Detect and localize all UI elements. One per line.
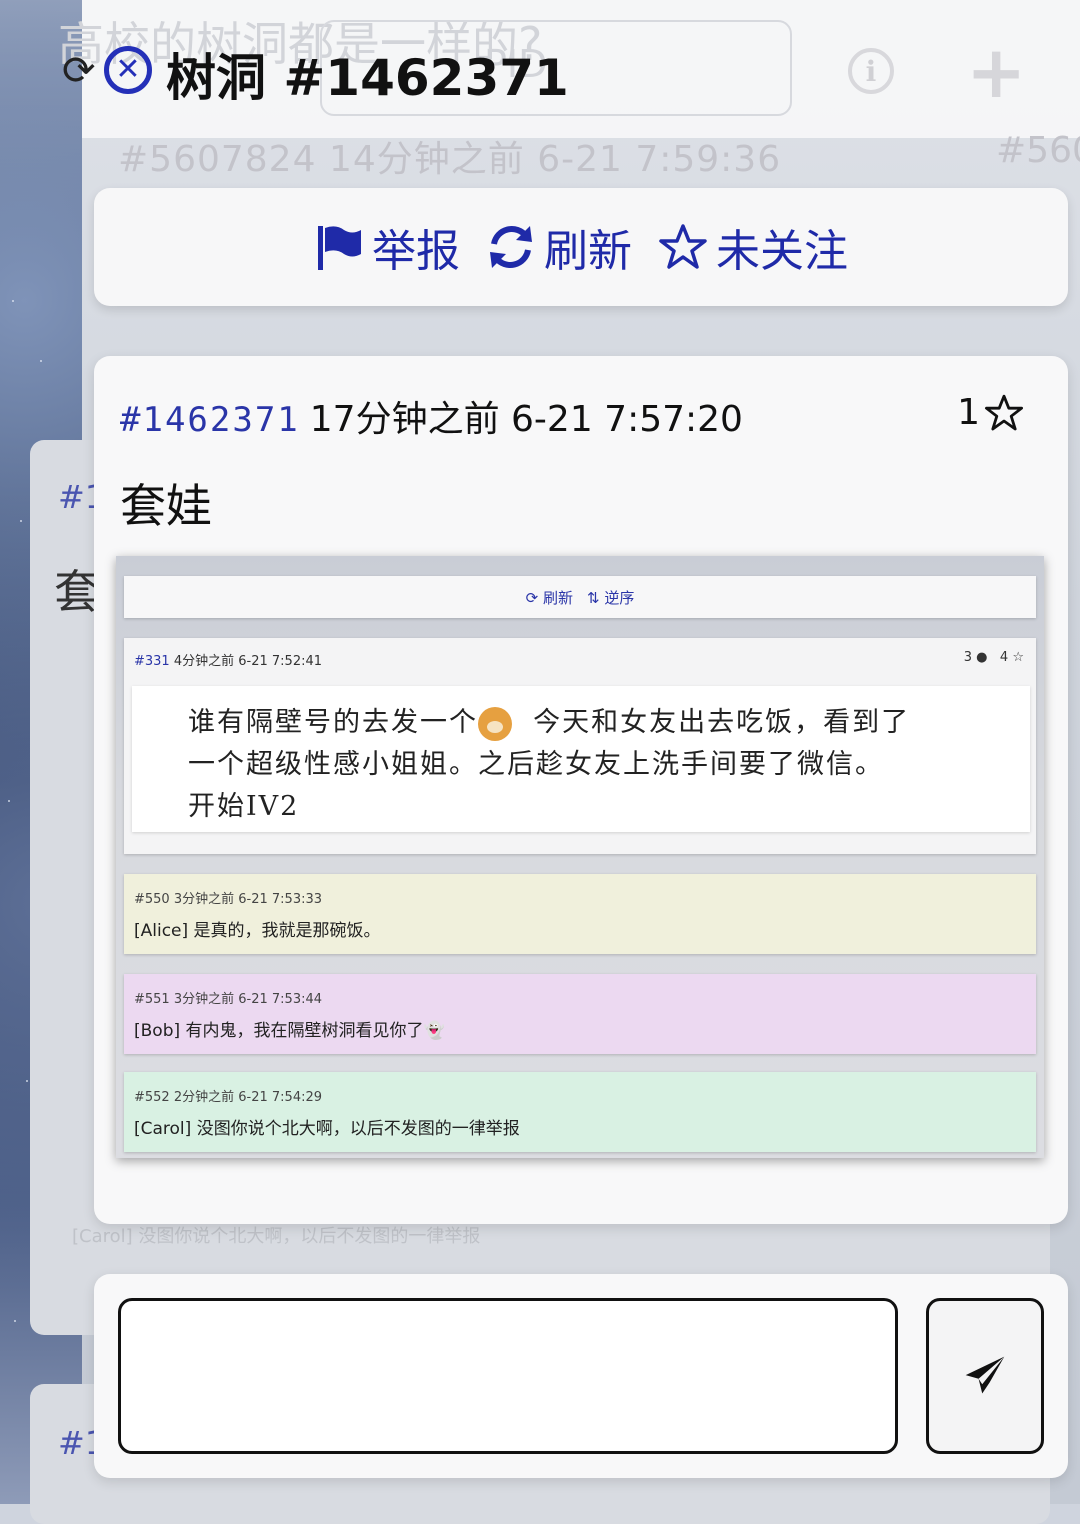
refresh-icon [490,226,532,268]
star-outline-icon [985,394,1023,430]
handwritten-line-1a: 谁有隔壁号的去发一个 [188,707,478,738]
refresh-button[interactable]: 刷新 [486,215,632,279]
shot-reply: #552 2分钟之前 6-21 7:54:29 [Carol] 没图你说个北大啊… [124,1072,1036,1152]
ghost-carol-text: [Carol] 没图你说个北大啊，以后不发图的一律举报 [72,1226,481,1247]
shot-reply-time: 3分钟之前 6-21 7:53:33 [173,892,323,907]
shot-reply-header: #550 3分钟之前 6-21 7:53:33 [134,888,322,907]
post-text: 套娃 [120,479,212,533]
report-label: 举报 [372,226,460,277]
shot-reverse-label: 逆序 [604,588,635,607]
send-button[interactable] [926,1298,1044,1454]
shot-post-pid: #331 [134,654,170,669]
handwritten-text: 谁有隔壁号的去发一个 今天和女友出去吃饭，看到了 一个超级性感小姐姐。之后趁女友… [132,686,1030,832]
shot-reply: #551 3分钟之前 6-21 7:53:44 [Bob] 有内鬼，我在隔壁树洞… [124,974,1036,1054]
post-pid[interactable]: #1462371 [120,400,300,440]
action-bar: 举报 刷新 未关注 [94,188,1068,306]
shot-reverse: ⇅ 逆序 [587,588,635,607]
post-time: 17分钟之前 6-21 7:57:20 [309,399,743,440]
shot-reply-text: [Alice] 是真的，我就是那碗饭。 [134,921,381,941]
shot-reply: #550 3分钟之前 6-21 7:53:33 [Alice] 是真的，我就是那… [124,874,1036,954]
report-button[interactable]: 举报 [314,215,460,279]
handwritten-line-3: 开始IV2 [188,791,300,822]
header-bar: 高校的树洞都是一样的? PID ✕ 树洞 #1462371 i + [58,0,1080,138]
ghost-emoji-icon: 👻 [423,1021,445,1041]
handwritten-line-2: 一个超级性感小姐姐。之后趁女友上洗手间要了微信。 [188,749,884,780]
post-header: #1462371 17分钟之前 6-21 7:57:20 [120,390,743,442]
like-count-value: 1 [957,392,980,433]
refresh-label: 刷新 [544,226,632,277]
info-icon[interactable]: i [848,48,894,94]
follow-button[interactable]: 未关注 [658,215,848,279]
shot-toolbar: ⟳ 刷新 ⇅ 逆序 [124,576,1036,618]
shot-reply-count: 3 [963,650,973,665]
shot-reply-time: 3分钟之前 6-21 7:53:44 [173,992,323,1007]
reply-composer [94,1274,1068,1478]
refresh-icon[interactable]: ⟳ [62,48,96,94]
shot-reply-pid: #552 [134,1090,170,1105]
doge-emoji-icon [478,706,512,741]
star-outline-icon [659,224,707,269]
like-count[interactable]: 1 [957,392,1024,433]
comment-icon: ● [976,650,988,665]
handwritten-line-1b: 今天和女友出去吃饭，看到了 [533,707,911,738]
shot-post-header: #331 4分钟之前 6-21 7:52:41 [134,650,322,669]
page-title: 树洞 #1462371 [166,49,569,107]
shot-reply-time: 2分钟之前 6-21 7:54:29 [173,1090,323,1105]
shot-post: #331 4分钟之前 6-21 7:52:41 3 ● 4 ☆ 谁有隔壁号的去发… [124,638,1036,854]
shot-reply-text: [Bob] 有内鬼，我在隔壁树洞看见你了👻 [134,1016,445,1041]
ghost-post-meta-right: #560 [996,130,1080,171]
shot-like-count: 4 [999,650,1009,665]
reply-input[interactable] [118,1298,898,1454]
shot-post-time: 4分钟之前 6-21 7:52:41 [173,654,323,669]
post-image[interactable]: ⟳ 刷新 ⇅ 逆序 #331 4分钟之前 6-21 7:52:41 3 ● 4 … [116,556,1044,1158]
flag-icon [318,226,361,270]
shot-reply-header: #551 3分钟之前 6-21 7:53:44 [134,988,322,1007]
follow-label: 未关注 [716,226,848,277]
shot-post-counts: 3 ● 4 ☆ [964,650,1024,665]
shot-reply-text-body: [Bob] 有内鬼，我在隔壁树洞看见你了 [134,1021,424,1041]
ghost-post-meta: #5607824 14分钟之前 6-21 7:59:36 [118,139,782,180]
shot-reply-header: #552 2分钟之前 6-21 7:54:29 [134,1086,322,1105]
post-card: #1462371 17分钟之前 6-21 7:57:20 1 套娃 ⟳ 刷新 ⇅… [94,356,1068,1224]
handwritten-line-1: 谁有隔壁号的去发一个 今天和女友出去吃饭，看到了 [188,702,1030,744]
star-icon: ☆ [1012,650,1024,665]
shot-reply-pid: #551 [134,992,170,1007]
shot-reply-text: [Carol] 没图你说个北大啊，以后不发图的一律举报 [134,1119,520,1139]
plus-icon[interactable]: + [966,30,1026,114]
shot-refresh-label: 刷新 [542,588,573,607]
close-icon[interactable]: ✕ [104,46,152,94]
shot-refresh: ⟳ 刷新 [525,588,573,607]
paper-plane-icon [965,1356,1005,1394]
shot-reply-pid: #550 [134,892,170,907]
